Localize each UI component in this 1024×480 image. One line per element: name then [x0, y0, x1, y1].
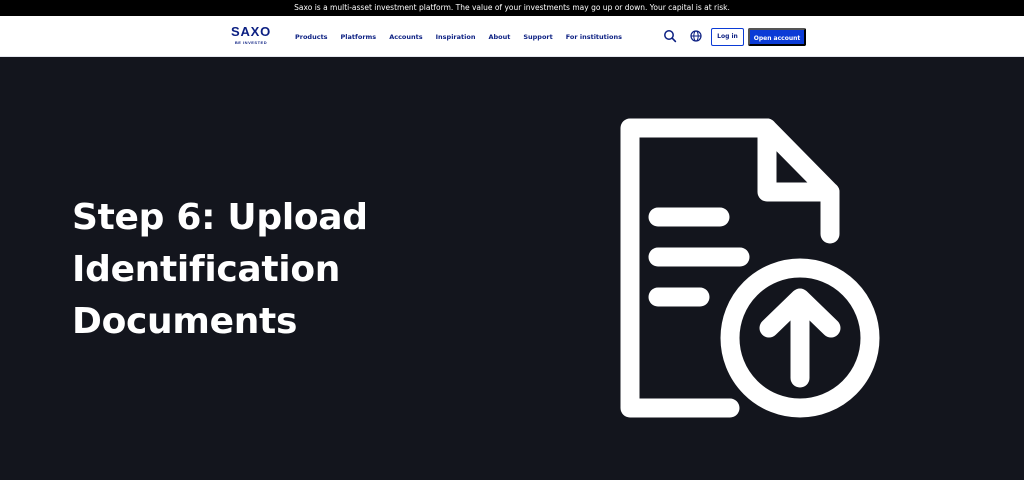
logo-wordmark: SAXO — [230, 24, 272, 39]
hero-title-line: Step 6: Upload — [72, 197, 368, 238]
top-navigation: SAXO BE INVESTED Products Platforms Acco… — [0, 16, 1024, 57]
nav-item-products[interactable]: Products — [295, 33, 328, 41]
main-menu: Products Platforms Accounts Inspiration … — [295, 16, 622, 57]
hero-title-line: Documents — [72, 301, 298, 342]
search-button[interactable] — [663, 29, 677, 43]
saxo-logo[interactable]: SAXO BE INVESTED — [228, 25, 274, 49]
globe-icon — [690, 30, 702, 42]
hero-title-line: Identification — [72, 249, 341, 290]
hero-title: Step 6: Upload Identification Documents — [72, 192, 492, 348]
nav-item-inspiration[interactable]: Inspiration — [436, 33, 476, 41]
nav-item-support[interactable]: Support — [523, 33, 552, 41]
nav-item-platforms[interactable]: Platforms — [341, 33, 377, 41]
language-button[interactable] — [689, 29, 703, 43]
login-button[interactable]: Log in — [711, 28, 744, 46]
open-account-button[interactable]: Open account — [748, 28, 806, 46]
nav-item-about[interactable]: About — [488, 33, 510, 41]
nav-item-for-institutions[interactable]: For institutions — [566, 33, 622, 41]
logo-tagline: BE INVESTED — [234, 40, 268, 45]
search-icon — [664, 30, 677, 43]
risk-warning-banner: Saxo is a multi-asset investment platfor… — [0, 0, 1024, 16]
nav-item-accounts[interactable]: Accounts — [389, 33, 422, 41]
document-upload-icon — [620, 118, 880, 418]
